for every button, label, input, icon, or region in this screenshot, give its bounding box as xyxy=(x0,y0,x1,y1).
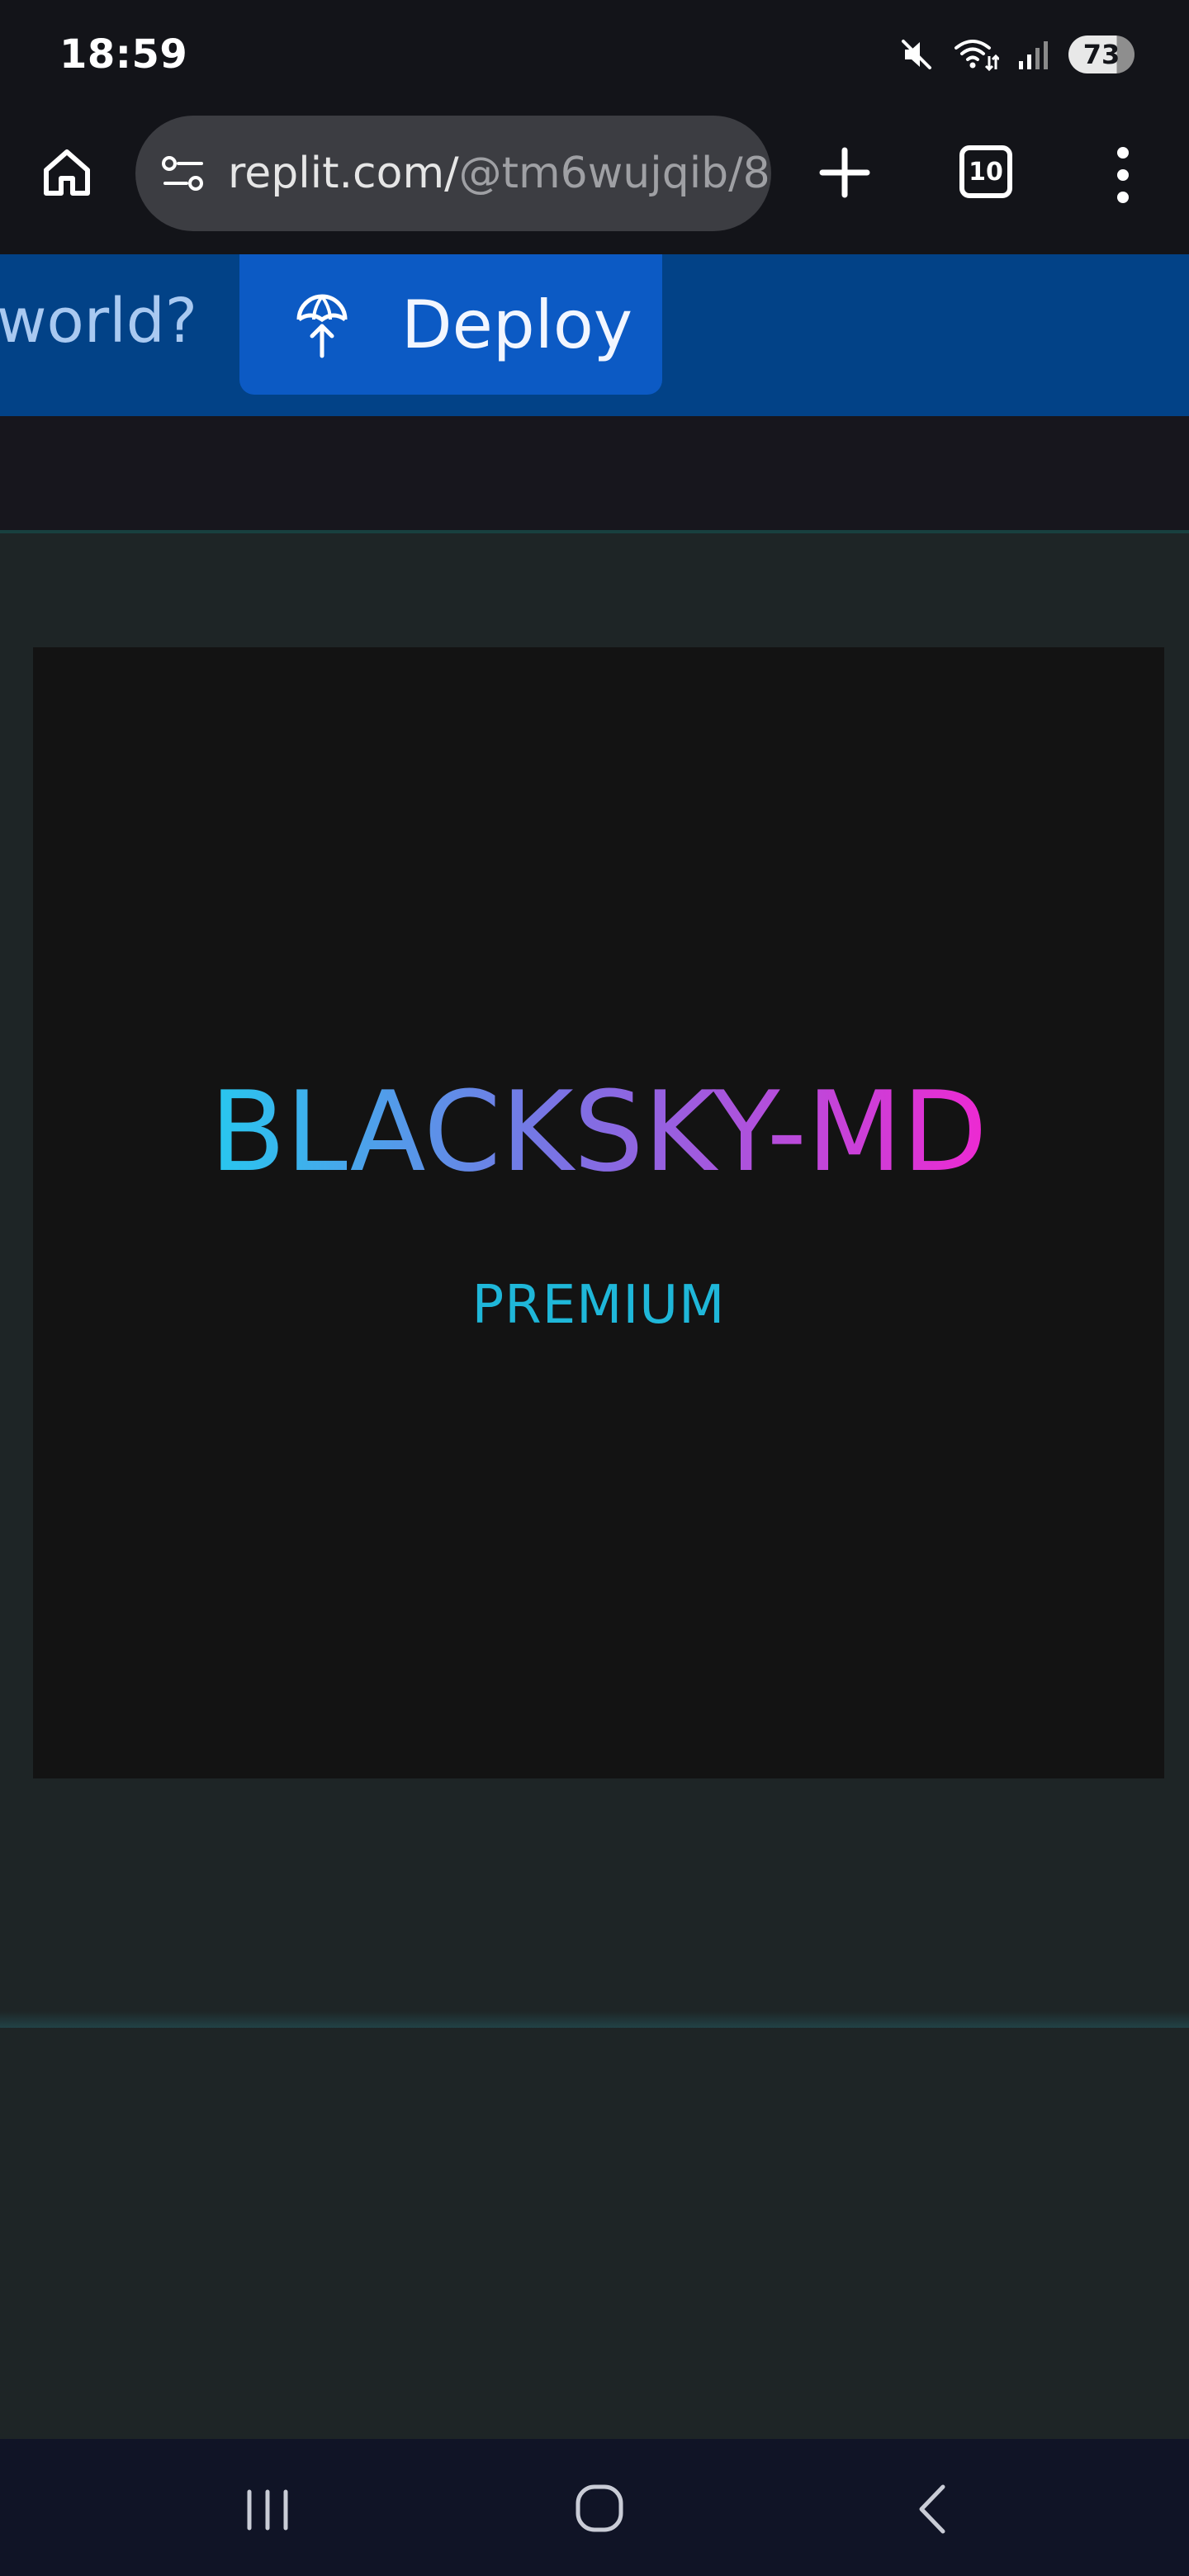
new-tab-icon xyxy=(819,147,870,198)
browser-toolbar: replit.com/@tm6wujqib/8 10 xyxy=(0,111,1189,254)
home-button[interactable] xyxy=(38,144,96,201)
mute-icon xyxy=(898,36,935,73)
signal-icon xyxy=(1017,38,1050,71)
url-path: @tm6wujqib/8 xyxy=(458,149,770,198)
tab-switcher-icon[interactable]: 10 xyxy=(959,145,1012,198)
logo-card: BLACKSKY-MD PREMIUM xyxy=(33,647,1164,1778)
system-nav-bar xyxy=(0,2439,1189,2576)
address-bar[interactable]: replit.com/@tm6wujqib/8 xyxy=(135,116,771,231)
menu-dot xyxy=(1117,169,1129,181)
home-nav-button[interactable] xyxy=(566,2480,632,2538)
site-settings-icon[interactable] xyxy=(160,150,206,197)
logo-title-wrap: BLACKSKY-MD xyxy=(33,1077,1164,1187)
status-icons: 73 xyxy=(898,33,1135,76)
status-bar: 18:59 73 xyxy=(0,0,1189,111)
home-icon xyxy=(44,149,90,196)
back-icon xyxy=(919,2484,945,2534)
status-time: 18:59 xyxy=(59,31,188,78)
toolbar-strip xyxy=(0,416,1189,532)
wifi-icon xyxy=(953,36,999,73)
deploy-icon xyxy=(296,294,348,358)
recent-apps-button[interactable] xyxy=(236,2480,302,2538)
logo-title: BLACKSKY-MD xyxy=(210,1068,988,1196)
battery-indicator: 73 xyxy=(1068,36,1135,73)
new-tab-button[interactable] xyxy=(814,142,875,203)
deploy-banner: world? Deploy xyxy=(0,254,1189,416)
more-menu-icon[interactable] xyxy=(1106,142,1139,208)
deploy-label: Deploy xyxy=(401,286,633,363)
url-host: replit.com/ xyxy=(228,149,459,198)
home-nav-icon xyxy=(576,2484,623,2532)
webview-preview[interactable]: BLACKSKY-MD PREMIUM xyxy=(0,533,1189,2439)
glow-divider xyxy=(0,2011,1189,2028)
banner-text: world? xyxy=(0,286,198,357)
recent-apps-icon xyxy=(247,2489,288,2531)
menu-dot xyxy=(1117,192,1129,203)
url-text: replit.com/@tm6wujqib/8 xyxy=(228,149,770,198)
menu-dot xyxy=(1117,147,1129,159)
deploy-button[interactable]: Deploy xyxy=(239,254,662,395)
logo-subtitle: PREMIUM xyxy=(471,1275,726,1336)
back-button[interactable] xyxy=(900,2480,966,2538)
